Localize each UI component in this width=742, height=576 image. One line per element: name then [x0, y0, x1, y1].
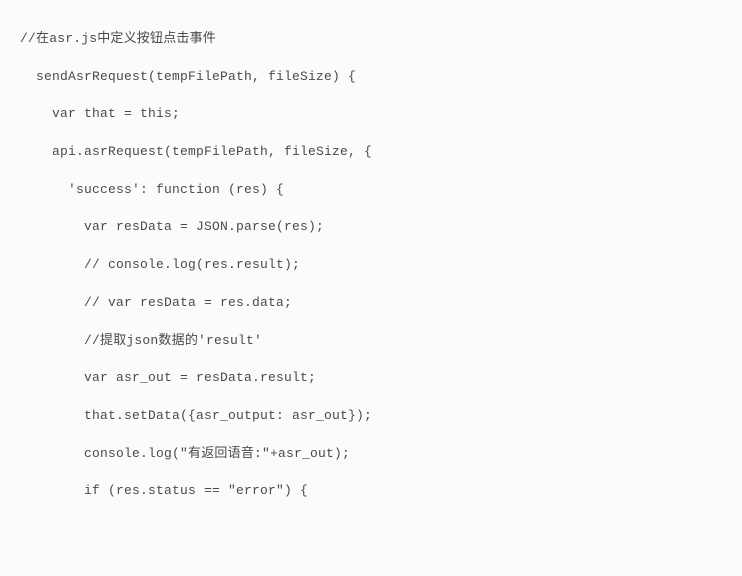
code-line: if (res.status == "error") { [20, 472, 722, 510]
code-line: //提取json数据的'result' [20, 322, 722, 360]
code-line: console.log("有返回语音:"+asr_out); [20, 435, 722, 473]
code-line: sendAsrRequest(tempFilePath, fileSize) { [20, 58, 722, 96]
code-line: // var resData = res.data; [20, 284, 722, 322]
code-line: api.asrRequest(tempFilePath, fileSize, { [20, 133, 722, 171]
code-line: var that = this; [20, 95, 722, 133]
code-line: //在asr.js中定义按钮点击事件 [20, 20, 722, 58]
code-line: // console.log(res.result); [20, 246, 722, 284]
code-block: //在asr.js中定义按钮点击事件 sendAsrRequest(tempFi… [20, 20, 722, 510]
code-line: 'success': function (res) { [20, 171, 722, 209]
code-line: var asr_out = resData.result; [20, 359, 722, 397]
code-line: that.setData({asr_output: asr_out}); [20, 397, 722, 435]
code-line: var resData = JSON.parse(res); [20, 208, 722, 246]
